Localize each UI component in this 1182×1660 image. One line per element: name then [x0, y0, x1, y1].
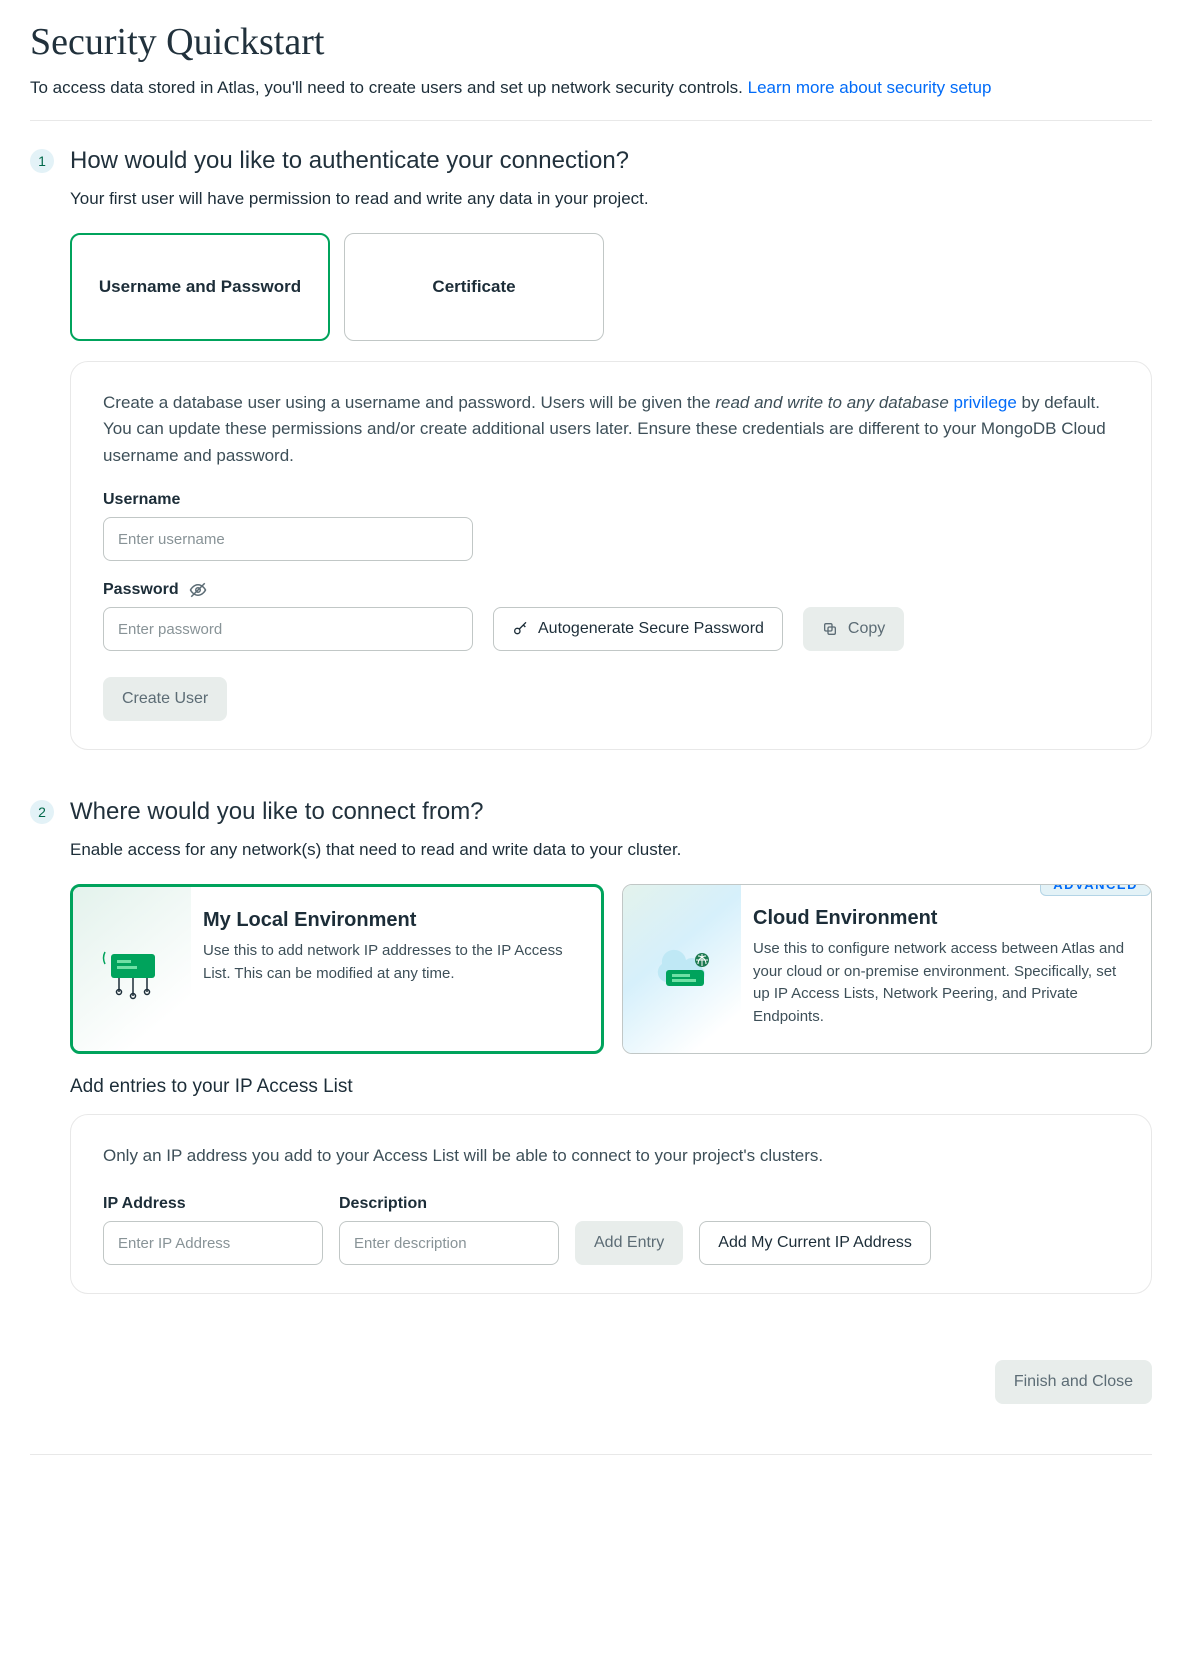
ip-access-heading: Add entries to your IP Access List — [70, 1076, 1152, 1098]
autogenerate-password-button[interactable]: Autogenerate Secure Password — [493, 607, 783, 651]
auth-panel: Create a database user using a username … — [70, 361, 1152, 750]
local-env-desc: Use this to add network IP addresses to … — [203, 940, 579, 985]
cloud-env-illustration — [623, 885, 741, 1053]
eye-off-icon[interactable] — [189, 581, 207, 599]
step-1-desc: Your first user will have permission to … — [70, 189, 1152, 209]
learn-more-link[interactable]: Learn more about security setup — [748, 78, 992, 97]
copy-button[interactable]: Copy — [803, 607, 904, 651]
create-user-button[interactable]: Create User — [103, 677, 227, 721]
ip-access-panel: Only an IP address you add to your Acces… — [70, 1114, 1152, 1294]
auth-panel-text: Create a database user using a username … — [103, 390, 1119, 469]
env-card-cloud[interactable]: ADVANCED Cloud Environment Use this to c… — [622, 884, 1152, 1054]
panel-text-1: Create a database user using a username … — [103, 393, 715, 412]
add-entry-button[interactable]: Add Entry — [575, 1221, 683, 1265]
step-2-badge: 2 — [30, 800, 54, 824]
password-label: Password — [103, 581, 179, 599]
step-2-desc: Enable access for any network(s) that ne… — [70, 840, 1152, 860]
ip-address-label: IP Address — [103, 1195, 323, 1213]
step-1-title: How would you like to authenticate your … — [70, 147, 629, 175]
page-subtitle: To access data stored in Atlas, you'll n… — [30, 78, 1152, 121]
ip-panel-text: Only an IP address you add to your Acces… — [103, 1143, 1119, 1169]
password-input[interactable] — [103, 607, 473, 651]
tab-certificate[interactable]: Certificate — [344, 233, 604, 341]
ip-address-input[interactable] — [103, 1221, 323, 1265]
add-current-ip-button[interactable]: Add My Current IP Address — [699, 1221, 931, 1265]
description-label: Description — [339, 1195, 559, 1213]
step-1-section: 1 How would you like to authenticate you… — [30, 147, 1152, 750]
step-2-title: Where would you like to connect from? — [70, 798, 484, 826]
username-input[interactable] — [103, 517, 473, 561]
finish-close-button[interactable]: Finish and Close — [995, 1360, 1152, 1404]
env-card-local[interactable]: My Local Environment Use this to add net… — [70, 884, 604, 1054]
step-2-section: 2 Where would you like to connect from? … — [30, 798, 1152, 1294]
cloud-env-title: Cloud Environment — [753, 907, 1129, 930]
advanced-badge: ADVANCED — [1040, 884, 1151, 896]
subtitle-text: To access data stored in Atlas, you'll n… — [30, 78, 748, 97]
local-env-title: My Local Environment — [203, 909, 579, 932]
cloud-env-desc: Use this to configure network access bet… — [753, 938, 1129, 1028]
tab-username-password[interactable]: Username and Password — [70, 233, 330, 341]
panel-text-em: read and write to any database — [715, 393, 953, 412]
step-1-badge: 1 — [30, 149, 54, 173]
privilege-link[interactable]: privilege — [954, 393, 1017, 412]
copy-icon — [822, 621, 838, 637]
description-input[interactable] — [339, 1221, 559, 1265]
copy-label: Copy — [848, 620, 885, 638]
page-title: Security Quickstart — [30, 20, 1152, 64]
key-icon — [512, 621, 528, 637]
local-env-illustration — [73, 887, 191, 1051]
autogenerate-label: Autogenerate Secure Password — [538, 620, 764, 638]
username-label: Username — [103, 491, 1119, 509]
